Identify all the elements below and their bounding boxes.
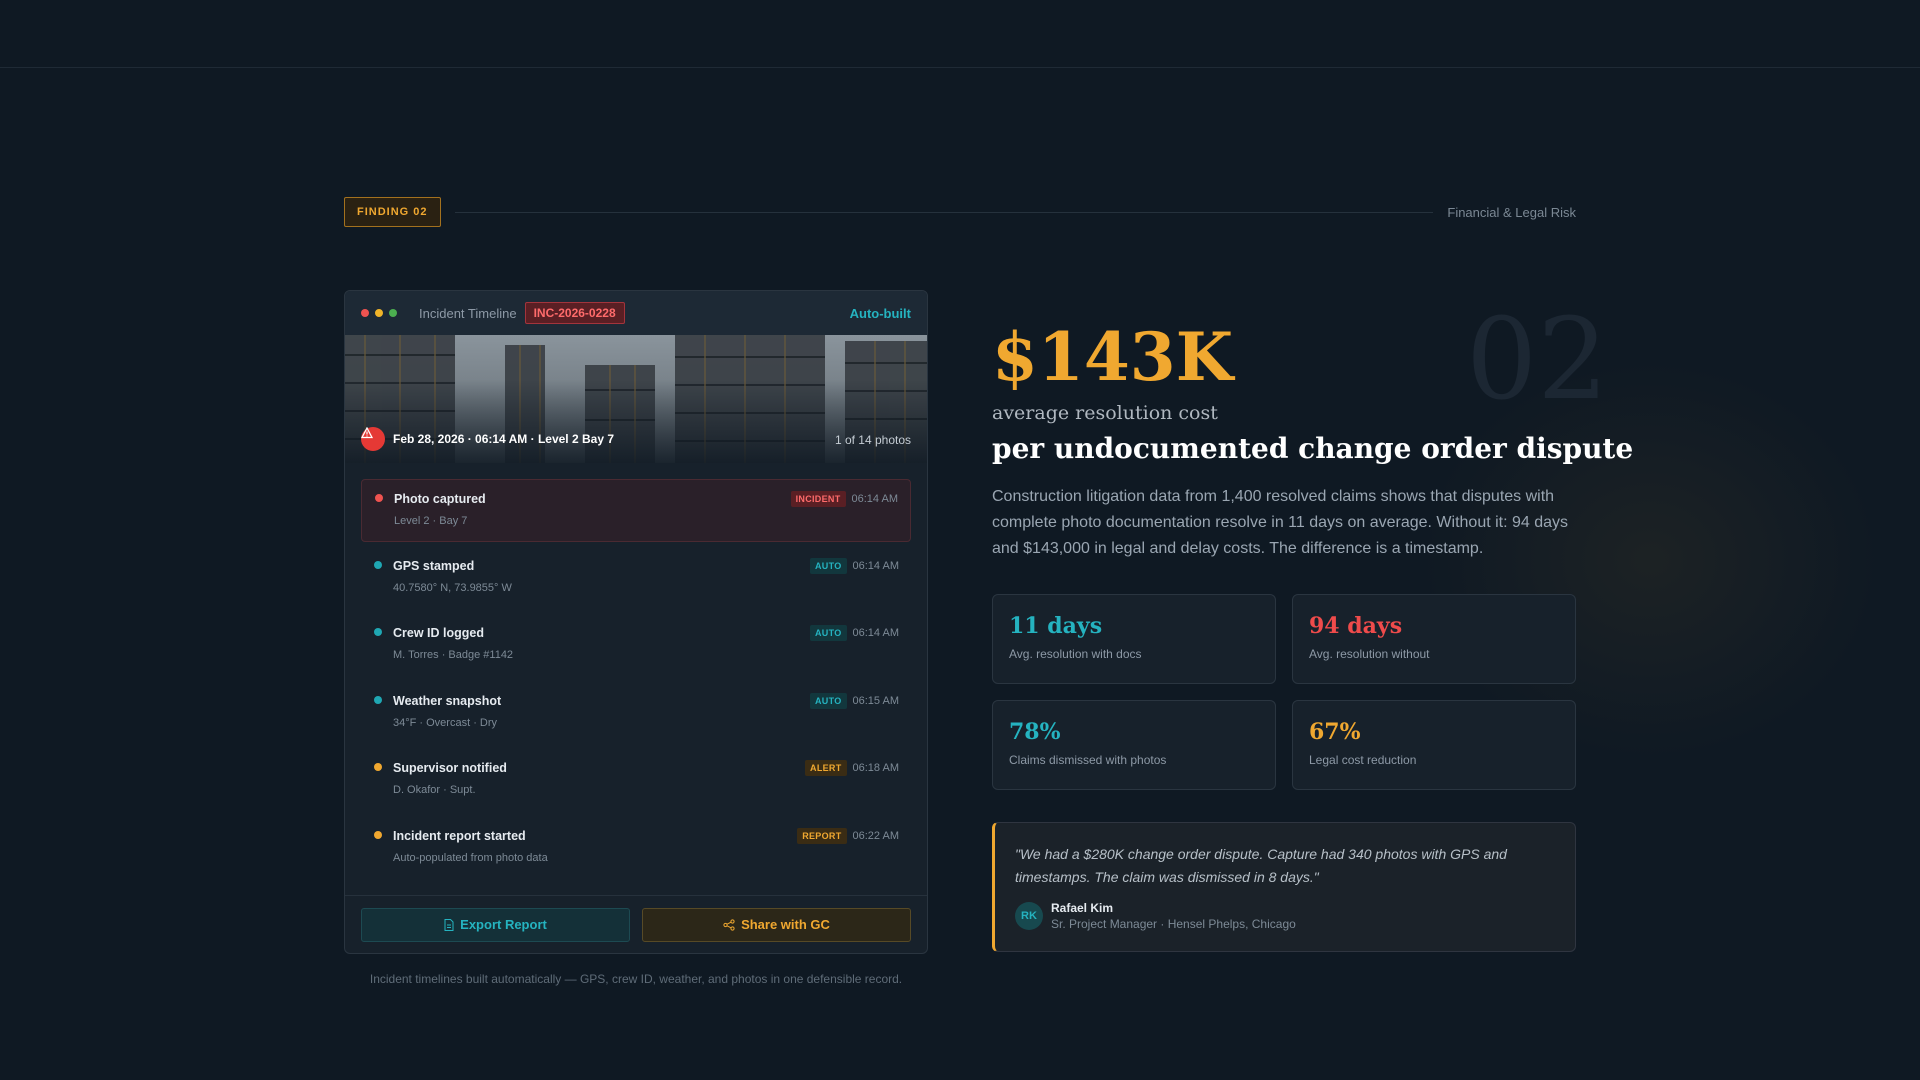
event-time: 06:22 AM (852, 829, 899, 842)
share-icon (723, 918, 735, 931)
event-time: 06:14 AM (852, 559, 899, 572)
metric-card-with-docs: 11 days Avg. resolution with docs (992, 594, 1276, 684)
metric-card-without-docs: 94 days Avg. resolution without (1292, 594, 1576, 684)
event-tag-badge: ALERT (805, 760, 847, 776)
event-detail: 34°F · Overcast · Dry (393, 716, 498, 729)
finding-divider (454, 211, 1434, 213)
event-meta: AUTO 06:14 AM (809, 625, 899, 641)
incident-id-badge: INC-2026-0228 (524, 302, 625, 324)
window-close-dot (361, 309, 369, 317)
event-meta: AUTO 06:15 AM (809, 692, 899, 709)
event-tag-badge: AUTO (809, 692, 847, 709)
event-tag-badge: AUTO (809, 625, 847, 641)
finding-badge: FINDING 02 (344, 197, 441, 227)
author-role: Sr. Project Manager · Hensel Phelps, Chi… (1051, 917, 1296, 931)
metric-label: Avg. resolution with docs (1009, 647, 1142, 661)
status-dot-icon (374, 628, 382, 636)
metric-label: Avg. resolution without (1309, 647, 1430, 661)
finding-number-watermark: 02 (1466, 295, 1609, 425)
photo-count: 1 of 14 photos (834, 433, 911, 447)
event-time: 06:14 AM (852, 627, 899, 639)
top-divider (0, 67, 1920, 68)
event-tag-badge: REPORT (797, 827, 847, 844)
status-dot-icon (375, 494, 383, 502)
export-report-label: Export Report (460, 917, 547, 932)
event-tag-badge: INCIDENT (790, 491, 846, 507)
timeline-event[interactable]: Incident report started Auto-populated fr… (361, 817, 911, 880)
timeline-event[interactable]: Weather snapshot 34°F · Overcast · Dry AUT… (361, 682, 911, 745)
status-dot-icon (374, 560, 382, 569)
metric-value: 11 days (1009, 613, 1103, 639)
event-meta: ALERT 06:18 AM (805, 760, 899, 776)
event-detail: D. Okafor · Supt. (393, 784, 476, 796)
testimonial-quote: "We had a $280K change order dispute. Ca… (1015, 846, 1507, 885)
timeline-event[interactable]: Supervisor notified D. Okafor · Supt. ALER… (361, 749, 911, 812)
event-time: 06:14 AM (851, 493, 898, 505)
status-dot-icon (374, 830, 382, 839)
auto-built-label: Auto-built (849, 305, 911, 321)
panel-title: Incident Timeline (419, 305, 517, 321)
share-with-gc-button[interactable]: Share with GC (642, 907, 911, 942)
metric-card-dismissed: 78% Claims dismissed with photos (992, 700, 1276, 790)
status-dot-icon (374, 695, 382, 704)
event-list: Photo captured Level 2 · Bay 7 INCIDENT 06:… (345, 463, 927, 880)
event-detail: M. Torres · Badge #1142 (393, 649, 514, 661)
event-time: 06:15 AM (852, 694, 899, 707)
window-maximize-dot (389, 309, 397, 317)
timeline-event[interactable]: Crew ID logged M. Torres · Badge #1142 AUT… (361, 614, 911, 677)
hero-headline: per undocumented change order dispute (992, 432, 1634, 465)
finding-category: Financial & Legal Risk (1447, 204, 1576, 220)
hero-body: Construction litigation data from 1,400 … (992, 488, 1569, 557)
author-name: Rafael Kim (1051, 901, 1114, 915)
share-with-gc-label: Share with GC (741, 917, 830, 932)
timeline-event[interactable]: GPS stamped 40.7580° N, 73.9855° W AUTO 06:… (361, 547, 911, 610)
event-detail: 40.7580° N, 73.9855° W (393, 581, 512, 594)
hero-stat: $143K (992, 318, 1234, 396)
metric-value: 67% (1309, 719, 1361, 745)
incident-timeline-panel: Incident Timeline INC-2026-0228 Auto-bui… (344, 290, 928, 954)
hero-stat-label: average resolution cost (992, 402, 1218, 424)
metric-label: Claims dismissed with photos (1009, 753, 1167, 767)
finding-header: FINDING 02 Financial & Legal Risk (344, 196, 1576, 228)
event-detail: Auto-populated from photo data (393, 851, 548, 864)
metric-value: 94 days (1309, 613, 1403, 639)
warning-icon (361, 427, 385, 451)
event-meta: AUTO 06:14 AM (809, 557, 899, 574)
metric-card-cost-reduction: 67% Legal cost reduction (1292, 700, 1576, 790)
export-report-button[interactable]: Export Report (361, 907, 630, 942)
metric-label: Legal cost reduction (1309, 753, 1417, 767)
event-time: 06:18 AM (852, 762, 899, 774)
photo-caption: Feb 28, 2026 · 06:14 AM · Level 2 Bay 7 (361, 427, 614, 451)
status-dot-icon (374, 763, 382, 771)
event-tag-badge: AUTO (809, 557, 847, 574)
panel-footer: Export Report Share with GC (345, 895, 927, 953)
incident-photo[interactable]: Feb 28, 2026 · 06:14 AM · Level 2 Bay 7 … (345, 335, 927, 463)
testimonial-author: RK Rafael Kim Sr. Project Manager · Hens… (1015, 901, 1555, 931)
document-icon (444, 918, 454, 931)
avatar: RK (1015, 902, 1043, 930)
panel-caption: Incident timelines built automatically —… (369, 972, 903, 986)
window-minimize-dot (375, 309, 383, 317)
event-meta: REPORT 06:22 AM (797, 827, 899, 844)
testimonial-card: "We had a $280K change order dispute. Ca… (992, 822, 1576, 952)
panel-header: Incident Timeline INC-2026-0228 Auto-bui… (345, 291, 927, 335)
metric-value: 78% (1009, 719, 1061, 745)
photo-caption-text: Feb 28, 2026 · 06:14 AM · Level 2 Bay 7 (393, 432, 614, 446)
timeline-event[interactable]: Photo captured Level 2 · Bay 7 INCIDENT 06:… (361, 479, 911, 542)
event-detail: Level 2 · Bay 7 (394, 515, 468, 527)
event-meta: INCIDENT 06:14 AM (790, 491, 898, 507)
